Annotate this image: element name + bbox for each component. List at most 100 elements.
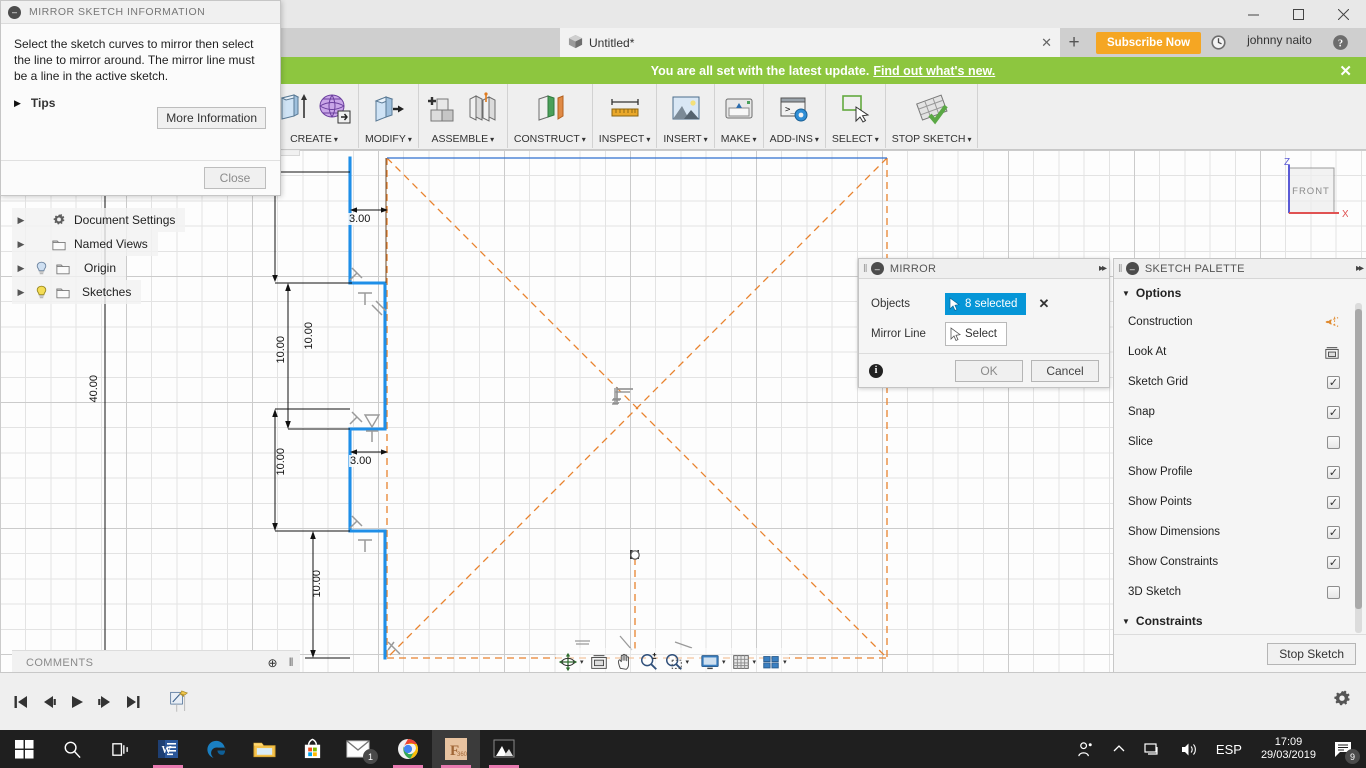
palette-row-snap[interactable]: Snap ✓	[1114, 397, 1366, 427]
measure-icon[interactable]	[607, 90, 643, 126]
toolbar-group-modify-label[interactable]: MODIFY ▾	[365, 133, 412, 148]
settings-dot-icon[interactable]: ◉	[284, 150, 293, 151]
mirror-line-selection-button[interactable]: Select	[945, 322, 1007, 346]
toolbar-group-insert-label[interactable]: INSERT ▾	[663, 133, 707, 148]
chevron-up-icon[interactable]	[1103, 730, 1135, 768]
play-button[interactable]	[68, 691, 86, 713]
sketch-feature-icon[interactable]	[170, 689, 188, 713]
start-button[interactable]	[0, 730, 48, 768]
show-profile-checkbox[interactable]: ✓	[1327, 465, 1340, 479]
tree-row-sketches[interactable]: ▶ Sketches	[12, 280, 142, 304]
sketch-palette-header[interactable]: ‖ – SKETCH PALETTE ▸▸	[1114, 259, 1366, 279]
subscribe-now-button[interactable]: Subscribe Now	[1096, 32, 1202, 54]
network-icon[interactable]	[1135, 730, 1171, 768]
add-comment-icon[interactable]: ⊕	[268, 656, 278, 670]
palette-row-show-dimensions[interactable]: Show Dimensions ✓	[1114, 517, 1366, 547]
toolbar-group-construct-label[interactable]: CONSTRUCT ▾	[514, 133, 586, 148]
minimize-icon[interactable]: –	[8, 5, 21, 19]
comments-bar[interactable]: COMMENTS ⊕ ‖	[12, 650, 300, 672]
timeline-settings-gear-icon[interactable]	[1332, 689, 1352, 712]
light-bulb-icon[interactable]	[30, 285, 52, 300]
palette-row-show-constraints[interactable]: Show Constraints ✓	[1114, 547, 1366, 577]
search-button[interactable]	[48, 730, 96, 768]
pan-hand-icon[interactable]	[612, 649, 636, 672]
toolbar-group-create-label[interactable]: CREATE ▾	[290, 133, 338, 148]
dimension-label[interactable]: 10.00	[275, 336, 287, 367]
whats-new-link[interactable]: Find out what's new.	[873, 64, 995, 78]
zoom-window-icon[interactable]: ▾	[662, 649, 692, 672]
expand-icon[interactable]: ▸▸	[1356, 263, 1364, 274]
mesh-icon[interactable]	[316, 90, 352, 126]
show-constraints-checkbox[interactable]: ✓	[1327, 555, 1340, 569]
word-button[interactable]: W	[144, 730, 192, 768]
stop-sketch-icon[interactable]	[914, 90, 950, 126]
expand-icon[interactable]: ▸▸	[1099, 263, 1107, 274]
view-cube[interactable]: FRONT Z X	[1268, 155, 1349, 235]
chevron-right-icon[interactable]: ▶	[12, 239, 30, 250]
palette-row-sketch-grid[interactable]: Sketch Grid ✓	[1114, 367, 1366, 397]
clock[interactable]: 17:09 29/03/2019	[1251, 736, 1326, 762]
palette-row-show-profile[interactable]: Show Profile ✓	[1114, 457, 1366, 487]
palette-scrollbar[interactable]	[1355, 303, 1362, 633]
palette-row-look-at[interactable]: Look At	[1114, 337, 1366, 367]
tree-row-document-settings[interactable]: ▶ Document Settings	[12, 208, 186, 232]
3d-sketch-checkbox[interactable]	[1327, 585, 1340, 599]
dimension-label[interactable]: 10.00	[275, 448, 287, 479]
script-icon[interactable]: >_	[776, 90, 812, 126]
dimension-label[interactable]: 10.00	[311, 570, 323, 601]
close-window-button[interactable]	[1321, 0, 1366, 28]
more-information-button[interactable]: More Information	[157, 107, 266, 129]
viewports-icon[interactable]: ▾	[759, 649, 789, 672]
toolbar-group-assemble-label[interactable]: ASSEMBLE ▾	[432, 133, 495, 148]
joint-icon[interactable]	[465, 90, 501, 126]
fusion360-button[interactable]: F 360	[432, 730, 480, 768]
offset-plane-icon[interactable]	[532, 90, 568, 126]
close-icon[interactable]: ✕	[1339, 62, 1352, 80]
chevron-right-icon[interactable]: ▶	[12, 215, 30, 226]
info-dialog-header[interactable]: – MIRROR SKETCH INFORMATION	[1, 1, 280, 24]
toolbar-group-select-label[interactable]: SELECT ▾	[832, 133, 879, 148]
construction-icon[interactable]	[1324, 315, 1340, 329]
task-view-button[interactable]	[96, 730, 144, 768]
cancel-button[interactable]: Cancel	[1031, 359, 1099, 382]
tree-row-named-views[interactable]: ▶ Named Views	[12, 232, 158, 256]
mirror-dialog-header[interactable]: ‖ – MIRROR ▸▸	[859, 259, 1109, 279]
minimize-icon[interactable]: –	[870, 262, 884, 275]
palette-row-3d-sketch[interactable]: 3D Sketch	[1114, 577, 1366, 607]
sketch-grid-checkbox[interactable]: ✓	[1327, 375, 1340, 389]
ok-button[interactable]: OK	[955, 359, 1023, 382]
look-at-icon[interactable]	[587, 649, 611, 672]
people-icon[interactable]	[1068, 730, 1103, 768]
display-settings-icon[interactable]: ▾	[698, 649, 728, 672]
help-icon[interactable]: ?	[1324, 30, 1358, 54]
drag-grip-icon[interactable]: ‖	[1118, 263, 1123, 275]
show-dimensions-checkbox[interactable]: ✓	[1327, 525, 1340, 539]
photos-button[interactable]	[480, 730, 528, 768]
select-window-icon[interactable]	[837, 90, 873, 126]
dimension-label[interactable]: 3.00	[349, 455, 373, 467]
palette-row-show-points[interactable]: Show Points ✓	[1114, 487, 1366, 517]
section-constraints[interactable]: ▼ Constraints	[1114, 607, 1366, 634]
language-indicator[interactable]: ESP	[1207, 730, 1251, 768]
palette-row-construction[interactable]: Construction	[1114, 307, 1366, 337]
palette-row-slice[interactable]: Slice	[1114, 427, 1366, 457]
go-to-beginning-button[interactable]	[12, 691, 30, 713]
zoom-icon[interactable]	[637, 649, 661, 672]
new-tab-button[interactable]: +	[1060, 28, 1088, 57]
toolbar-group-make-label[interactable]: MAKE ▾	[721, 133, 757, 148]
mail-button[interactable]: 1	[336, 730, 384, 768]
tree-row-origin[interactable]: ▶ Origin	[12, 256, 127, 280]
light-bulb-icon[interactable]	[30, 261, 52, 276]
maximize-button[interactable]	[1276, 0, 1321, 28]
toolbar-group-addins-label[interactable]: ADD-INS ▾	[770, 133, 819, 148]
extrude-icon[interactable]	[276, 90, 312, 126]
file-explorer-button[interactable]	[240, 730, 288, 768]
store-button[interactable]	[288, 730, 336, 768]
look-at-icon[interactable]	[1324, 345, 1340, 360]
chevron-right-icon[interactable]: ▶	[12, 287, 30, 298]
action-center-button[interactable]: 9	[1326, 730, 1366, 768]
close-button[interactable]: Close	[204, 167, 266, 189]
edge-button[interactable]	[192, 730, 240, 768]
drag-grip-icon[interactable]: ‖	[863, 263, 868, 275]
username-label[interactable]: johnny naito	[1235, 33, 1324, 47]
